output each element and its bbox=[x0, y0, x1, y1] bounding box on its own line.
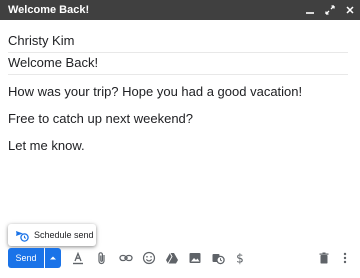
svg-text:$: $ bbox=[236, 252, 244, 266]
to-field[interactable]: Christy Kim bbox=[8, 30, 348, 53]
minimize-icon[interactable] bbox=[300, 0, 320, 20]
drive-icon[interactable] bbox=[164, 250, 180, 266]
message-body[interactable]: How was your trip? Hope you had a good v… bbox=[8, 84, 348, 165]
body-line: How was your trip? Hope you had a good v… bbox=[8, 84, 303, 99]
compose-title: Welcome Back! bbox=[8, 4, 90, 16]
attach-icon[interactable] bbox=[94, 250, 110, 266]
compose-window: Welcome Back! Christy Kim Welcome Back! … bbox=[0, 0, 360, 278]
compose-title-bar: Welcome Back! bbox=[0, 0, 360, 20]
photo-icon[interactable] bbox=[187, 250, 203, 266]
money-icon[interactable]: $ bbox=[232, 250, 248, 266]
schedule-send-label: Schedule send bbox=[34, 230, 94, 240]
send-button[interactable]: Send bbox=[8, 248, 44, 268]
confidential-icon[interactable] bbox=[210, 250, 226, 266]
send-options-button[interactable] bbox=[45, 248, 61, 268]
expand-icon[interactable] bbox=[320, 0, 340, 20]
emoji-icon[interactable] bbox=[141, 250, 157, 266]
more-options-icon[interactable] bbox=[337, 250, 353, 266]
schedule-send-icon bbox=[16, 231, 29, 242]
schedule-send-option[interactable]: Schedule send bbox=[8, 224, 96, 246]
trash-icon[interactable] bbox=[316, 250, 332, 266]
formatting-icon[interactable] bbox=[70, 250, 86, 266]
body-line: Let me know. bbox=[8, 138, 85, 153]
close-icon[interactable] bbox=[340, 0, 360, 20]
link-icon[interactable] bbox=[118, 250, 134, 266]
subject-field[interactable]: Welcome Back! bbox=[8, 52, 348, 75]
chevron-up-icon bbox=[50, 256, 56, 260]
body-line: Free to catch up next weekend? bbox=[8, 111, 194, 126]
